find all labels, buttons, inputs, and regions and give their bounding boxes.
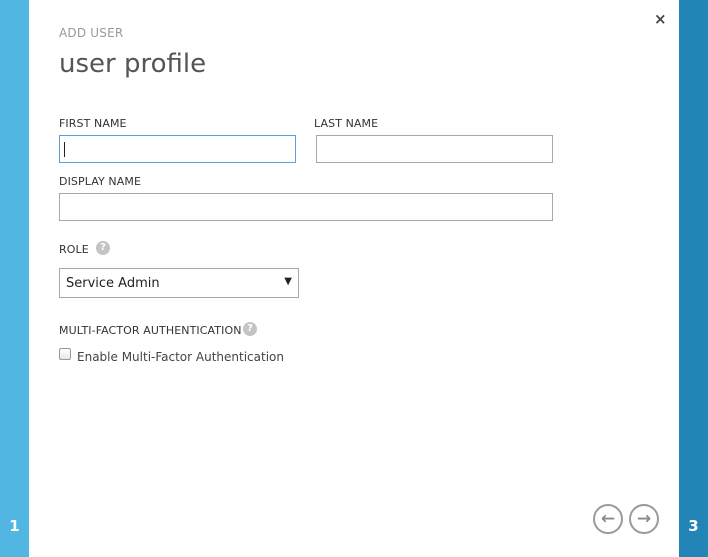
- display-name-input[interactable]: [59, 193, 553, 221]
- mfa-help-icon[interactable]: ?: [243, 322, 257, 336]
- first-name-input[interactable]: [59, 135, 296, 163]
- wizard-kicker: ADD USER: [59, 26, 124, 40]
- page-title: user profile: [59, 49, 207, 79]
- mfa-checkbox-label[interactable]: Enable Multi-Factor Authentication: [77, 350, 284, 364]
- back-arrow-icon[interactable]: ←: [593, 504, 623, 534]
- chevron-down-icon: ▼: [284, 276, 292, 287]
- wizard-panel: × ADD USER user profile FIRST NAME LAST …: [29, 0, 679, 557]
- first-name-label: FIRST NAME: [59, 117, 127, 130]
- last-name-label: LAST NAME: [314, 117, 379, 130]
- role-label: ROLE: [59, 243, 89, 256]
- close-icon[interactable]: ×: [654, 12, 667, 27]
- left-step-rail[interactable]: 1: [0, 0, 29, 557]
- role-selected-value: Service Admin: [66, 276, 160, 291]
- display-name-label: DISPLAY NAME: [59, 175, 141, 188]
- next-step-number: 3: [688, 517, 699, 535]
- right-step-rail[interactable]: 3: [679, 0, 708, 557]
- mfa-label: MULTI-FACTOR AUTHENTICATION: [59, 324, 242, 337]
- last-name-input[interactable]: [316, 135, 553, 163]
- role-help-icon[interactable]: ?: [96, 241, 110, 255]
- mfa-checkbox[interactable]: [59, 348, 71, 360]
- next-arrow-icon[interactable]: →: [629, 504, 659, 534]
- text-caret: [64, 142, 65, 157]
- previous-step-number: 1: [9, 517, 20, 535]
- role-select[interactable]: Service Admin ▼: [59, 268, 299, 298]
